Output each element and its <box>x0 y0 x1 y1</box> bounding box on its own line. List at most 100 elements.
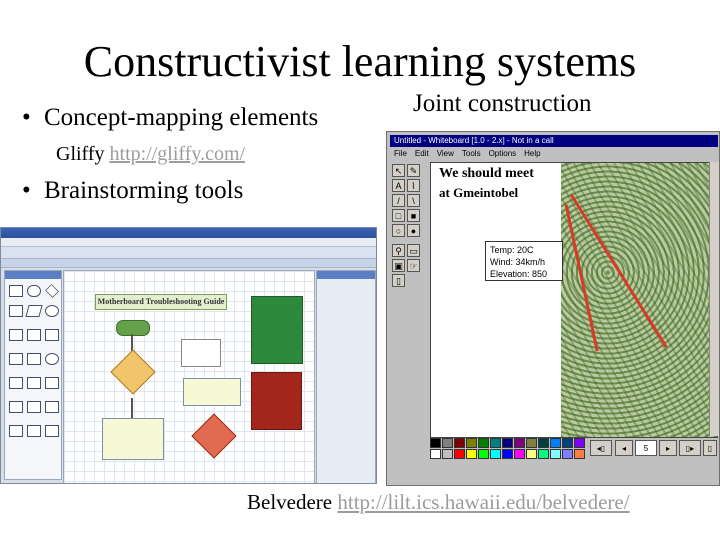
color-swatch[interactable] <box>574 438 585 448</box>
color-swatch[interactable] <box>550 449 561 459</box>
new-page-icon[interactable]: ▯ <box>703 440 717 456</box>
flow-step-box <box>183 378 241 406</box>
gliffy-reference: Gliffy http://gliffy.com/ <box>56 143 245 166</box>
shape-card-icon <box>45 377 59 389</box>
color-swatch[interactable] <box>502 438 513 448</box>
color-swatch[interactable] <box>490 449 501 459</box>
color-swatch[interactable] <box>478 449 489 459</box>
brush-icon[interactable]: ⌇ <box>407 179 420 192</box>
color-swatch[interactable] <box>490 438 501 448</box>
bullet-brainstorming: • Brainstorming tools <box>22 177 243 205</box>
page-forward-icon[interactable]: ▸ <box>659 440 677 456</box>
bullet-concept-mapping-text: Concept-mapping elements <box>44 104 319 131</box>
bullet-glyph: • <box>22 177 31 204</box>
text-icon[interactable]: A <box>392 179 405 192</box>
note-text-line1: We should meet <box>439 166 534 181</box>
menu-file[interactable]: File <box>394 148 407 160</box>
properties-panel-header <box>317 271 375 279</box>
bullet-brainstorming-text: Brainstorming tools <box>44 177 244 204</box>
gliffy-menubar <box>1 238 376 247</box>
color-swatch[interactable] <box>574 449 585 459</box>
gliffy-toolbar-secondary <box>1 259 376 268</box>
shape-trapezoid-icon <box>9 377 23 389</box>
menu-options[interactable]: Options <box>489 148 517 160</box>
shape-storage-icon <box>45 329 59 341</box>
color-swatch[interactable] <box>550 438 561 448</box>
shape-document-icon <box>9 329 23 341</box>
color-swatch[interactable] <box>526 438 537 448</box>
belvedere-screenshot: Untitled - Whiteboard [1.0 - 2.x] - Not … <box>386 131 720 486</box>
belvedere-whiteboard[interactable]: We should meet at Gmeintobel Temp: 20C W… <box>430 162 718 438</box>
zoom-icon[interactable]: ⚲ <box>392 244 405 257</box>
color-swatch[interactable] <box>454 449 465 459</box>
menu-help[interactable]: Help <box>524 148 540 160</box>
gliffy-link[interactable]: http://gliffy.com/ <box>110 143 246 165</box>
shape-grid-icon <box>27 353 41 365</box>
belvedere-link[interactable]: http://lilt.ics.hawaii.edu/belvedere/ <box>337 490 629 514</box>
prev-page-button[interactable]: ◂▯ <box>590 440 612 456</box>
shape-circle-icon <box>45 305 59 317</box>
gliffy-properties-panel <box>316 270 376 483</box>
color-swatch[interactable] <box>478 438 489 448</box>
image-icon[interactable]: ▣ <box>392 259 405 272</box>
flow-action-box <box>102 418 164 460</box>
pencil-icon[interactable]: ✎ <box>407 164 420 177</box>
flow-note <box>181 339 221 367</box>
color-swatch[interactable] <box>562 438 573 448</box>
menu-view[interactable]: View <box>437 148 454 160</box>
bullet-glyph: • <box>22 104 31 131</box>
color-swatch[interactable] <box>466 449 477 459</box>
rectangle-outline-icon[interactable]: □ <box>392 209 405 222</box>
color-swatch[interactable] <box>538 449 549 459</box>
belvedere-reference: Belvedere http://lilt.ics.hawaii.edu/bel… <box>247 490 630 515</box>
color-swatch[interactable] <box>442 449 453 459</box>
shape-library-header <box>5 271 61 279</box>
weather-wind: Wind: 34km/h <box>490 257 546 267</box>
page-number-field[interactable]: 5 <box>635 440 657 456</box>
color-swatch[interactable] <box>454 438 465 448</box>
menu-edit[interactable]: Edit <box>415 148 429 160</box>
color-swatch[interactable] <box>514 449 525 459</box>
gliffy-label: Gliffy <box>56 143 105 165</box>
flow-start-node <box>116 320 150 336</box>
shape-rounded-icon <box>27 285 41 297</box>
color-swatch[interactable] <box>526 449 537 459</box>
shape-sort-icon <box>27 425 41 437</box>
color-swatch[interactable] <box>442 438 453 448</box>
shape-display-icon <box>9 401 23 413</box>
color-swatch[interactable] <box>538 438 549 448</box>
shape-parallelogram-icon <box>25 305 43 317</box>
weather-elevation: Elevation: 850 <box>490 269 548 279</box>
shape-diamond-icon <box>45 284 59 298</box>
ellipse-filled-icon[interactable]: ● <box>407 224 420 237</box>
line-icon[interactable]: / <box>392 194 405 207</box>
rectangle-filled-icon[interactable]: ■ <box>407 209 420 222</box>
diagonal-line-icon[interactable]: \ <box>407 194 420 207</box>
color-swatch[interactable] <box>430 449 441 459</box>
shape-delay-icon <box>45 401 59 413</box>
eraser-icon[interactable]: ▭ <box>407 244 420 257</box>
color-swatch[interactable] <box>466 438 477 448</box>
menu-tools[interactable]: Tools <box>462 148 481 160</box>
slide-title: Constructivist learning systems <box>83 37 637 86</box>
select-arrow-icon[interactable]: ↖ <box>392 164 405 177</box>
shape-extract-icon <box>45 425 59 437</box>
color-palette <box>430 438 586 460</box>
belvedere-label: Belvedere <box>247 490 333 514</box>
vertical-scrollbar[interactable] <box>709 162 719 436</box>
color-swatch[interactable] <box>514 438 525 448</box>
color-swatch[interactable] <box>502 449 513 459</box>
pointer-icon[interactable]: ☞ <box>407 259 420 272</box>
page-icon[interactable]: ▯ <box>392 274 405 287</box>
shape-rectangle-icon <box>9 285 23 297</box>
next-page-button[interactable]: ▯▸ <box>679 440 701 456</box>
belvedere-tool-palette: ↖ ✎ A ⌇ / \ □ ■ ○ ● ⚲ ▭ ▣ ☞ ▯ <box>392 164 424 292</box>
diagram-title-banner: Motherboard Troubleshooting Guide <box>95 294 227 310</box>
page-back-icon[interactable]: ◂ <box>615 440 633 456</box>
note-text-line2: at Gmeintobel <box>439 185 519 200</box>
flow-connector <box>131 398 133 418</box>
color-swatch[interactable] <box>430 438 441 448</box>
color-swatch[interactable] <box>562 449 573 459</box>
shape-connector-icon <box>45 353 59 365</box>
ellipse-outline-icon[interactable]: ○ <box>392 224 405 237</box>
